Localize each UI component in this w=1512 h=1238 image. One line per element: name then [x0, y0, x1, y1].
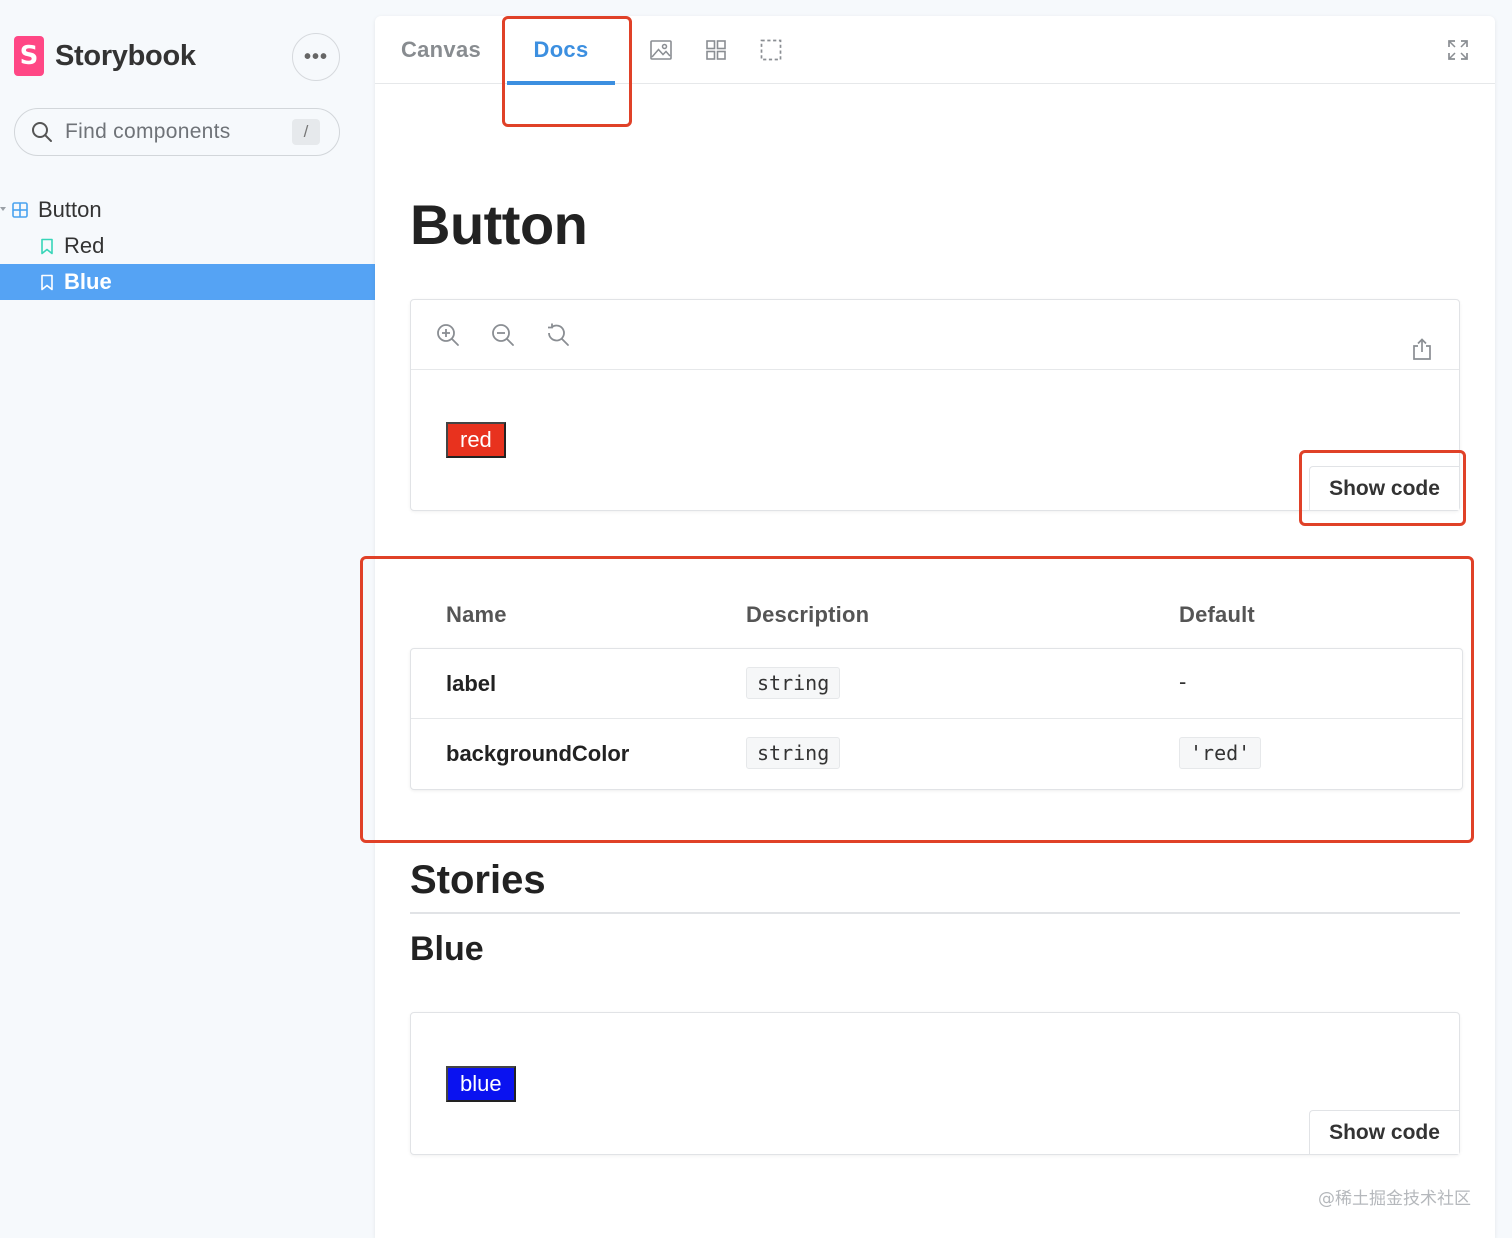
- divider: [410, 912, 1460, 914]
- table-header-name: Name: [446, 602, 507, 627]
- outline-icon[interactable]: [759, 38, 783, 62]
- table-row: label string -: [411, 649, 1462, 719]
- args-table: label string - backgroundColor string 'r…: [410, 648, 1463, 790]
- table-row: backgroundColor string 'red': [411, 719, 1462, 789]
- sidebar-item-label: Red: [64, 233, 105, 258]
- tab-canvas[interactable]: Canvas: [387, 16, 495, 84]
- table-header-default: Default: [1179, 602, 1255, 627]
- brand-name: Storybook: [55, 39, 196, 72]
- expand-caret-icon: [0, 207, 6, 211]
- fullscreen-icon[interactable]: [1446, 38, 1470, 62]
- preview-toolbar: Canvas Docs: [375, 16, 1495, 85]
- zoom-in-icon[interactable]: [435, 322, 461, 348]
- sidebar-item-red[interactable]: Red: [0, 228, 375, 264]
- search-box[interactable]: /: [14, 108, 340, 156]
- arg-default-chip: 'red': [1179, 737, 1262, 769]
- blue-story-preview: blue Show code: [410, 1012, 1460, 1155]
- table-header-description: Description: [746, 602, 870, 627]
- arg-name: backgroundColor: [446, 741, 630, 766]
- brand[interactable]: S Storybook: [14, 36, 196, 76]
- search-shortcut-badge: /: [292, 119, 320, 145]
- more-options-button[interactable]: •••: [292, 33, 340, 81]
- search-icon: [32, 122, 52, 142]
- component-icon: [12, 202, 28, 218]
- sidebar-item-blue[interactable]: Blue: [0, 264, 375, 300]
- arg-type-chip: string: [746, 667, 841, 699]
- watermark: @稀土掘金技术社区: [1318, 1189, 1471, 1209]
- zoom-out-icon[interactable]: [490, 322, 516, 348]
- story-bookmark-icon: [41, 274, 53, 290]
- story-title: Blue: [410, 930, 484, 968]
- arg-name: label: [446, 671, 497, 696]
- story-bookmark-icon: [41, 238, 53, 254]
- tab-docs[interactable]: Docs: [507, 16, 615, 85]
- image-icon[interactable]: [649, 38, 673, 62]
- sidebar-item-label: Blue: [64, 269, 112, 294]
- canvas-toolbar: [411, 300, 1459, 370]
- stories-heading: Stories: [410, 858, 546, 902]
- sidebar: S Storybook ••• / Button Red Blue: [0, 0, 375, 1238]
- blue-demo-button[interactable]: blue: [446, 1066, 516, 1102]
- red-demo-button[interactable]: red: [446, 422, 506, 458]
- arg-default: -: [1179, 669, 1187, 694]
- sidebar-item-button-group[interactable]: Button: [0, 192, 375, 228]
- arg-type-chip: string: [746, 737, 841, 769]
- grid-icon[interactable]: [704, 38, 728, 62]
- zoom-reset-icon[interactable]: [545, 322, 571, 348]
- show-code-button[interactable]: Show code: [1309, 466, 1459, 510]
- sidebar-item-label: Button: [38, 197, 102, 222]
- storybook-logo-icon: S: [14, 36, 44, 76]
- share-icon[interactable]: [1410, 337, 1434, 361]
- show-code-button[interactable]: Show code: [1309, 1110, 1459, 1154]
- primary-story-preview: red Show code: [410, 299, 1460, 511]
- page-title: Button: [410, 193, 588, 256]
- search-input[interactable]: [65, 120, 275, 144]
